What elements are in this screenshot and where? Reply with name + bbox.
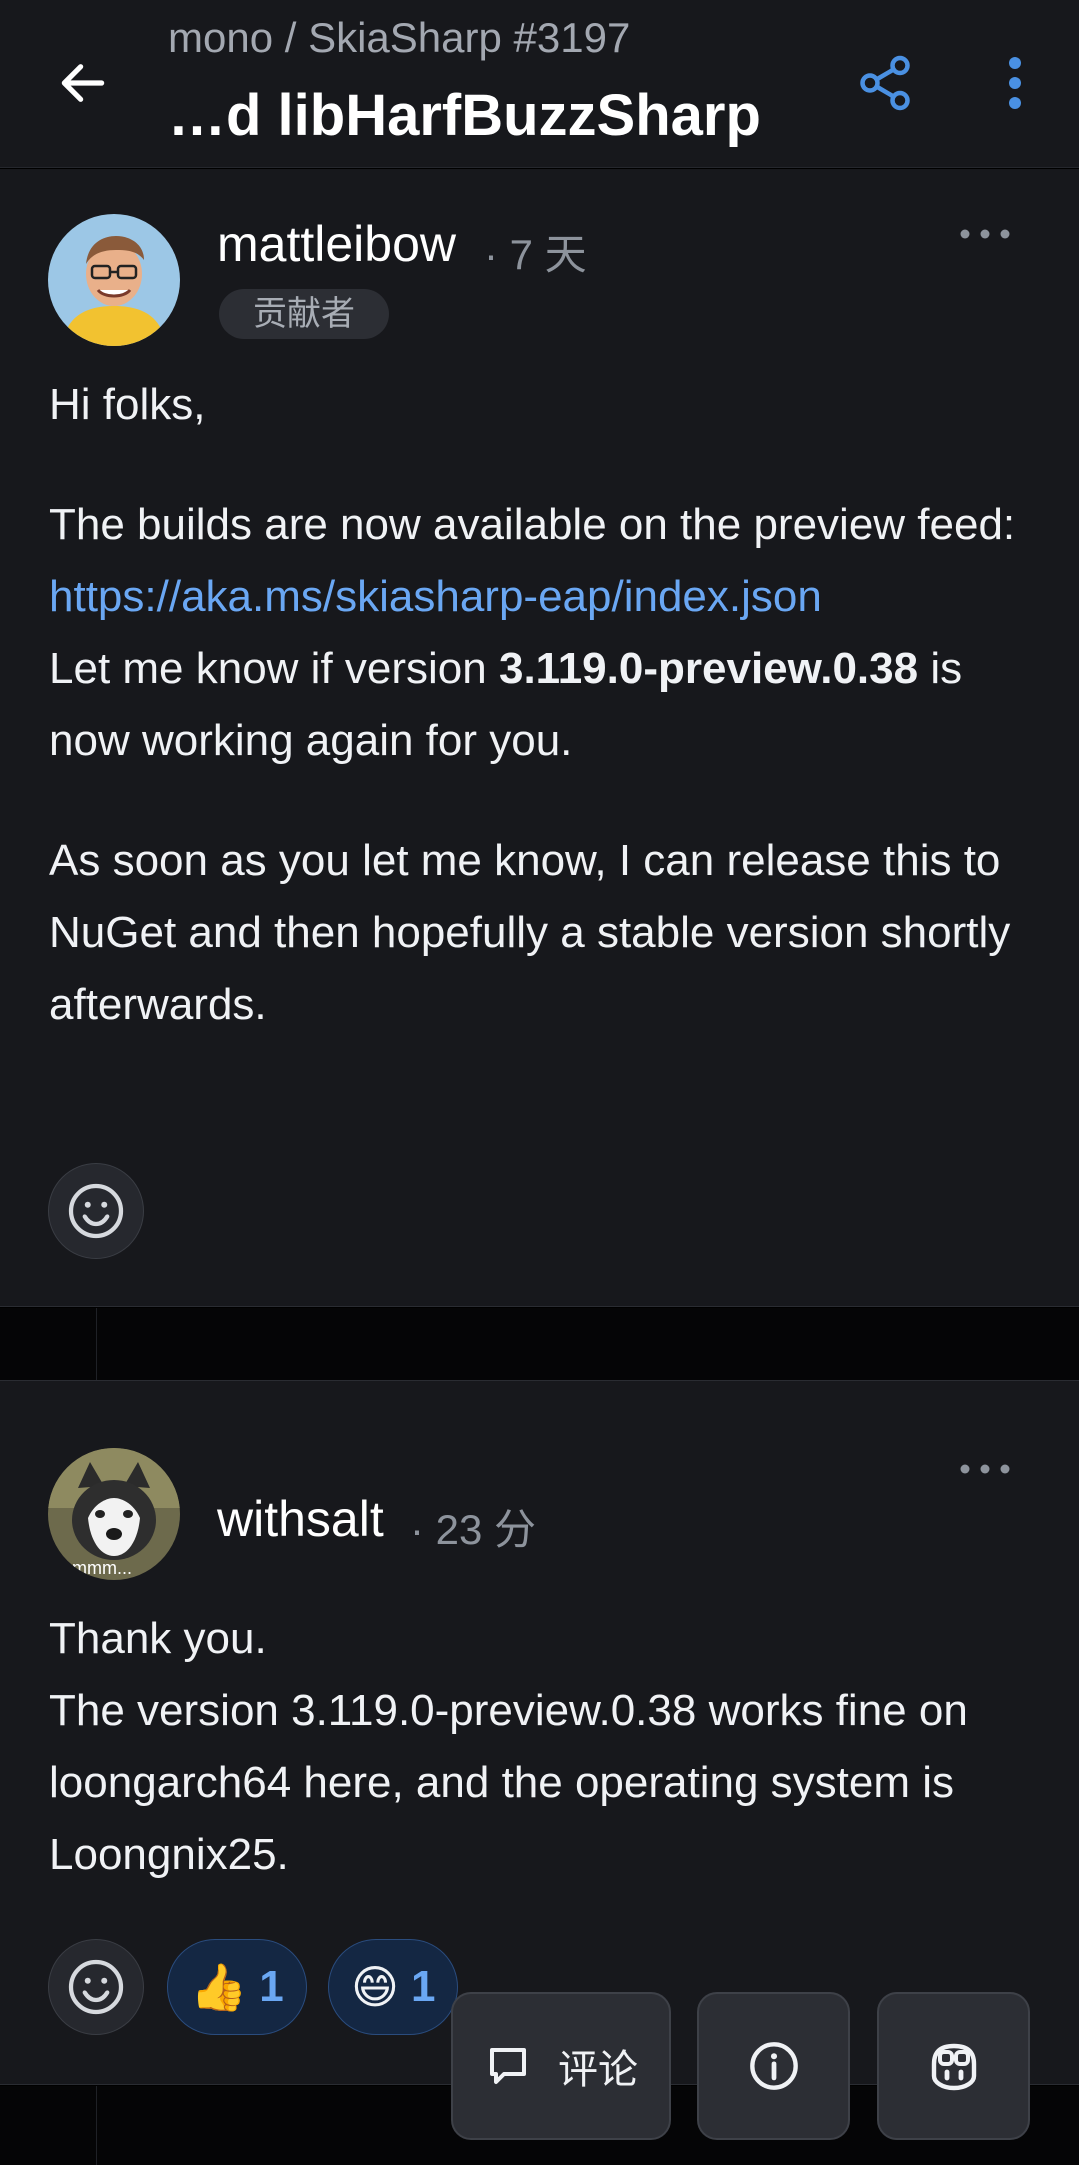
comment-text: The version 3.119.0-preview.0.38 works f… (49, 1686, 968, 1879)
comment-time: · 23 分 (410, 1506, 537, 1553)
info-button[interactable] (697, 1992, 850, 2140)
comment-time: · 7 天 (484, 231, 587, 278)
timeline-line (96, 1308, 97, 1380)
reaction-thumbs-up[interactable]: 👍 1 (167, 1939, 307, 2035)
avatar[interactable]: emmm... (48, 1448, 180, 1580)
author-name[interactable]: mattleibow (217, 215, 456, 273)
more-options-button[interactable] (982, 50, 1048, 116)
user-avatar (48, 214, 180, 346)
comment-paragraph: The builds are now available on the prev… (49, 489, 1049, 633)
back-button[interactable] (50, 50, 116, 116)
preview-feed-link[interactable]: https://aka.ms/skiasharp-eap/index.json (49, 572, 822, 621)
more-vertical-icon (1009, 57, 1021, 109)
comment-menu-button[interactable] (945, 1449, 1025, 1489)
reaction-smile[interactable]: 😄 1 (328, 1939, 459, 2035)
comment-body: Thank you. The version 3.119.0-preview.0… (49, 1603, 1049, 1891)
add-reaction-button[interactable] (48, 1163, 144, 1259)
comment-paragraph: Let me know if version 3.119.0-preview.0… (49, 633, 1049, 777)
comment-card: emmm... withsalt · 23 分 Thank you. The v… (0, 1380, 1079, 2085)
comment-text: Hi folks, (49, 380, 206, 429)
more-horizontal-icon (960, 1464, 1010, 1474)
share-button[interactable] (852, 50, 918, 116)
avatar[interactable] (48, 214, 180, 346)
comment-menu-button[interactable] (945, 214, 1025, 254)
comment-body: Hi folks, The builds are now available o… (49, 369, 1049, 1041)
comment-button[interactable]: 评论 (451, 1992, 671, 2140)
avatar-caption: emmm... (62, 1558, 132, 1578)
smiley-icon (68, 1183, 124, 1239)
reaction-count: 1 (259, 1962, 284, 2011)
smiley-icon (68, 1959, 124, 2015)
add-reaction-button[interactable] (48, 1939, 144, 2035)
version-text: 3.119.0-preview.0.38 (498, 644, 919, 693)
comment-text: Let me know if version (49, 644, 499, 693)
comment-card: mattleibow · 7 天 贡献者 Hi folks, The build… (0, 169, 1079, 1307)
copilot-button[interactable] (877, 1992, 1030, 2140)
arrow-left-icon (61, 64, 105, 102)
comment-text: Thank you. (49, 1614, 267, 1663)
copilot-icon (931, 2043, 976, 2091)
author-name[interactable]: withsalt (217, 1490, 384, 1548)
husky-avatar: emmm... (48, 1448, 180, 1580)
contributor-badge: 贡献者 (219, 289, 389, 339)
share-icon (860, 55, 910, 111)
reaction-count: 1 (410, 1962, 436, 2011)
timeline-gap (0, 1308, 1079, 1380)
repo-path: mono / SkiaSharp #3197 (168, 14, 631, 61)
grinning-face-icon: 😄 (351, 1961, 399, 2013)
comment-icon (490, 2048, 526, 2084)
app-root: mono / SkiaSharp #3197 …d libHarfBuzzSha… (0, 0, 1079, 2165)
info-icon (749, 2042, 798, 2090)
timeline-line (96, 2086, 97, 2165)
top-app-bar: mono / SkiaSharp #3197 …d libHarfBuzzSha… (0, 0, 1079, 168)
comment-text: As soon as you let me know, I can releas… (49, 836, 1011, 1029)
comment-button-label: 评论 (558, 2048, 638, 2092)
more-horizontal-icon (960, 229, 1010, 239)
thumbs-up-icon: 👍 (190, 1960, 248, 2013)
page-title: …d libHarfBuzzSharp (168, 83, 761, 148)
comment-text: The builds are now available on the prev… (49, 500, 1016, 549)
